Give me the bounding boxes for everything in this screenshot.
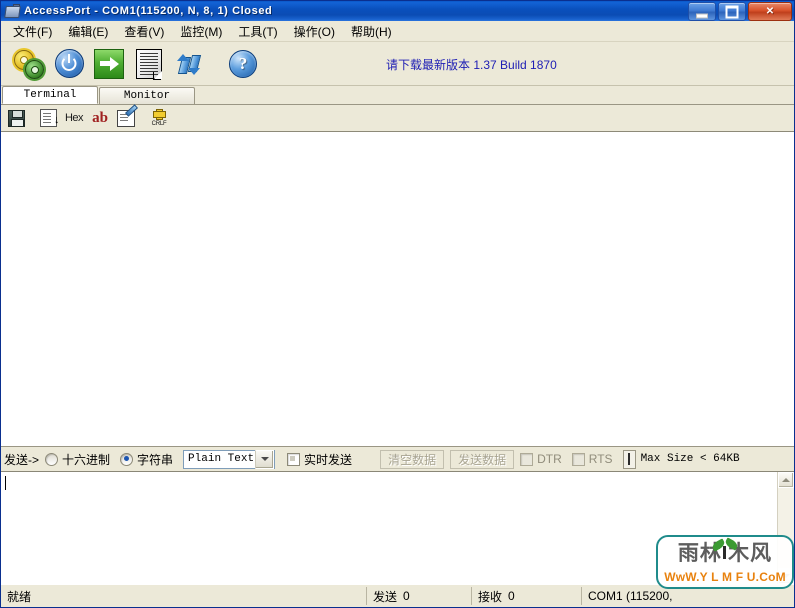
radio-hex-dot [45, 452, 59, 466]
radio-string-dot [120, 452, 134, 466]
format-select-value: Plain Text [188, 453, 255, 465]
minimize-button[interactable] [688, 2, 716, 21]
status-received-value: 0 [508, 589, 515, 603]
realtime-send-checkbox[interactable]: 实时发送 [287, 451, 352, 468]
refresh-button[interactable] [169, 45, 209, 83]
send-options-bar: 发送-> 十六进制 字符串 Plain Text 实时发送 清空数据 发送数据 … [1, 446, 794, 471]
menu-bar: 文件(F) 编辑(E) 查看(V) 监控(M) 工具(T) 操作(O) 帮助(H… [1, 21, 794, 42]
max-size-indicator [622, 449, 636, 469]
status-sent-label: 发送 [373, 589, 398, 604]
radio-string[interactable]: 字符串 [120, 451, 173, 468]
serial-port-icon [4, 3, 21, 19]
document-icon [136, 48, 162, 79]
menu-view[interactable]: 查看(V) [116, 21, 172, 42]
watermark-url: WwW.Y L M F U.CoM [664, 570, 786, 584]
scroll-end-icon: ↓ [39, 109, 60, 127]
dtr-box [520, 452, 534, 466]
status-ready: 就绪 [7, 589, 32, 604]
power-icon [54, 49, 84, 78]
crlf-label: CRLF [151, 121, 167, 127]
refresh-arrows-icon [176, 51, 202, 77]
send-data-button[interactable]: 发送数据 [450, 449, 515, 469]
help-button[interactable]: ? [223, 45, 263, 83]
floppy-save-icon [7, 109, 25, 127]
hex-text-icon: Hex [64, 112, 84, 124]
hex-view-button[interactable]: Hex [62, 107, 86, 129]
crlf-button[interactable]: CRLF [146, 107, 172, 129]
close-button[interactable]: ✕ [748, 2, 792, 21]
status-sent-value: 0 [403, 589, 410, 603]
close-icon: ✕ [765, 5, 775, 17]
status-received-label: 接收 [478, 589, 503, 604]
window-title: AccessPort - COM1(115200, N, 8, 1) Close… [24, 5, 273, 17]
version-notice[interactable]: 请下载最新版本 1.37 Build 1870 [386, 56, 557, 73]
ascii-view-button[interactable]: ab [88, 107, 112, 129]
terminal-output-area[interactable] [1, 132, 794, 446]
max-size-label: Max Size < 64KB [640, 453, 740, 465]
tab-terminal[interactable]: Terminal [2, 86, 98, 104]
menu-monitor[interactable]: 监控(M) [172, 21, 230, 42]
menu-file[interactable]: 文件(F) [5, 21, 60, 42]
edit-check-icon [117, 103, 139, 127]
window-controls: ✕ [688, 2, 792, 21]
port-config-button[interactable] [9, 45, 49, 83]
application-window: AccessPort - COM1(115200, N, 8, 1) Close… [0, 0, 795, 608]
main-toolbar: ? 请下载最新版本 1.37 Build 1870 [1, 42, 794, 86]
menu-edit[interactable]: 编辑(E) [60, 21, 116, 42]
status-sent: 发送 0 [366, 587, 471, 605]
ab-text-icon: ab [92, 109, 108, 126]
title-bar: AccessPort - COM1(115200, N, 8, 1) Close… [1, 1, 794, 21]
rts-checkbox[interactable]: RTS [571, 452, 613, 466]
document-button[interactable] [129, 45, 169, 83]
radio-hex-label: 十六进制 [62, 452, 111, 467]
maximize-button[interactable] [718, 2, 746, 21]
format-select[interactable]: Plain Text [183, 449, 276, 469]
status-received: 接收 0 [471, 587, 581, 605]
menu-tools[interactable]: 工具(T) [230, 21, 285, 42]
help-question-icon: ? [229, 49, 257, 78]
terminal-sub-toolbar: ↓ Hex ab CRLF [1, 103, 794, 132]
radio-hex[interactable]: 十六进制 [45, 451, 110, 468]
rts-box [571, 452, 585, 466]
menu-operation[interactable]: 操作(O) [286, 21, 343, 42]
text-caret [5, 476, 6, 490]
menu-help[interactable]: 帮助(H) [343, 21, 400, 42]
tab-monitor[interactable]: Monitor [99, 87, 195, 104]
chevron-down-icon[interactable] [255, 449, 275, 469]
tab-strip: Terminal Monitor [1, 86, 794, 105]
watermark-badge: 雨林 木风 WwW.Y L M F U.CoM [656, 535, 794, 589]
clear-data-button[interactable]: 清空数据 [380, 449, 445, 469]
scroll-to-end-button[interactable]: ↓ [36, 107, 60, 129]
gears-icon [14, 49, 44, 79]
dtr-checkbox[interactable]: DTR [520, 452, 562, 466]
realtime-send-box [287, 452, 301, 466]
edit-mode-button[interactable] [114, 103, 139, 129]
realtime-send-label: 实时发送 [304, 452, 353, 467]
send-direction-label: 发送-> [4, 452, 40, 467]
rts-label: RTS [588, 452, 613, 466]
dtr-label: DTR [537, 452, 562, 466]
scroll-up-button[interactable] [778, 472, 794, 488]
status-port-info: COM1 (115200, [581, 587, 794, 605]
send-button[interactable] [89, 45, 129, 83]
radio-string-label: 字符串 [137, 452, 174, 467]
crlf-icon: CRLF [149, 109, 169, 127]
plant-sprout-icon [710, 537, 740, 560]
open-close-port-button[interactable] [49, 45, 89, 83]
save-log-button[interactable] [4, 107, 28, 129]
green-arrow-icon [94, 48, 124, 79]
